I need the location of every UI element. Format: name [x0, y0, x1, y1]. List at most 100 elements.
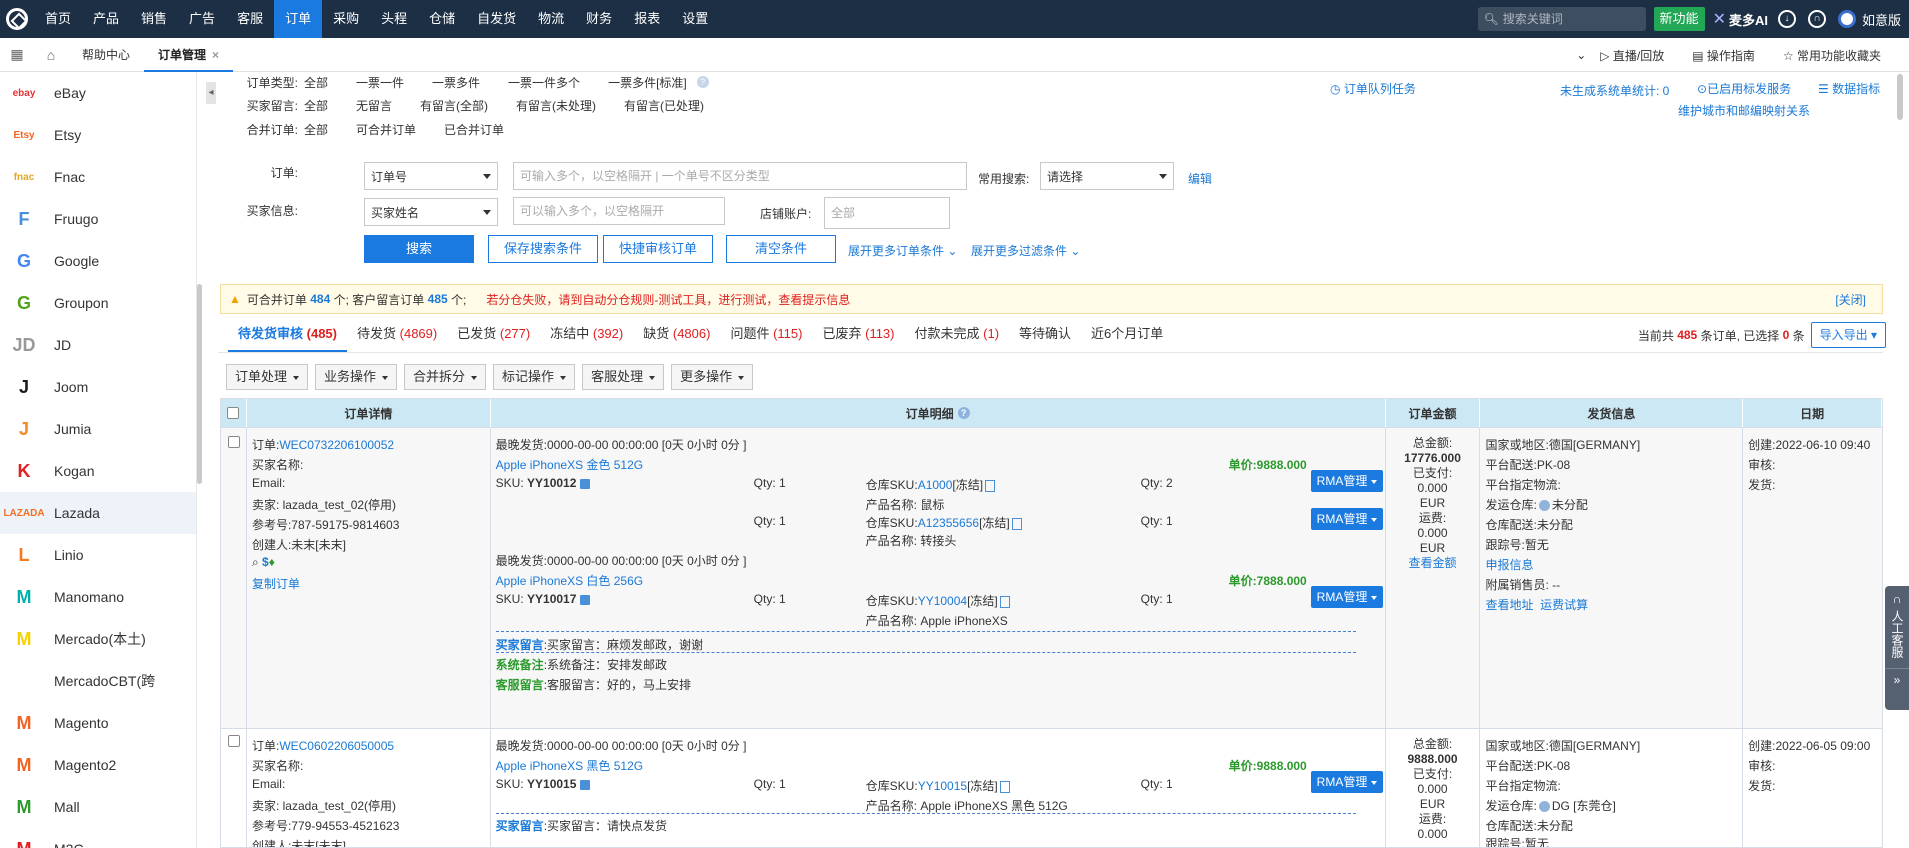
- status-tab[interactable]: 冻结中 (392): [540, 316, 633, 352]
- nav-item[interactable]: 广告: [178, 0, 226, 38]
- variant-icon[interactable]: [580, 478, 591, 489]
- action-dropdown[interactable]: 客服处理: [582, 364, 665, 390]
- status-tab[interactable]: 问题件 (115): [720, 316, 812, 352]
- rma-button[interactable]: RMA管理: [1310, 586, 1384, 608]
- close-notice-link[interactable]: [关闭]: [1835, 291, 1866, 308]
- sidebar-item[interactable]: M Mercado(本土): [0, 618, 196, 660]
- tab-1[interactable]: 订单管理 ×: [144, 38, 234, 72]
- guide-link[interactable]: ▤ 操作指南: [1692, 47, 1769, 64]
- rma-button[interactable]: RMA管理: [1310, 470, 1384, 492]
- doc-icon[interactable]: [1011, 517, 1022, 530]
- headset-icon[interactable]: ∩: [1807, 10, 1826, 28]
- product-link[interactable]: Apple iPhoneXS 白色 256G: [496, 572, 643, 589]
- download-icon[interactable]: ↓: [1777, 10, 1796, 28]
- action-dropdown[interactable]: 标记操作: [493, 364, 576, 390]
- standard-ship-service-link[interactable]: ⊙已启用标发服务: [1697, 80, 1791, 97]
- status-tab[interactable]: 已废弃 (113): [812, 316, 904, 352]
- sidebar-item[interactable]: M M2C: [0, 828, 196, 848]
- doc-icon[interactable]: [985, 479, 996, 492]
- filter-option[interactable]: 一票多件: [432, 74, 480, 91]
- status-tab[interactable]: 已发货 (277): [447, 316, 540, 352]
- sidebar-scrollbar[interactable]: [197, 284, 202, 484]
- filter-option[interactable]: 无留言: [356, 97, 392, 114]
- edit-link[interactable]: 编辑: [1188, 170, 1212, 187]
- help-icon[interactable]: ?: [957, 407, 970, 419]
- order-queue-link[interactable]: ◷ 订单队列任务: [1330, 80, 1416, 97]
- search-button[interactable]: 搜索: [364, 235, 474, 263]
- sidebar-item[interactable]: J Joom: [0, 366, 196, 408]
- nav-item[interactable]: 销售: [130, 0, 178, 38]
- nav-item[interactable]: 产品: [82, 0, 130, 38]
- tab-0[interactable]: 帮助中心: [68, 38, 144, 72]
- sidebar-item[interactable]: JD JD: [0, 324, 196, 366]
- page-scrollbar[interactable]: [1897, 74, 1903, 120]
- doc-icon[interactable]: [999, 595, 1010, 608]
- help-icon[interactable]: [1538, 500, 1550, 512]
- sidebar-item[interactable]: J Jumia: [0, 408, 196, 450]
- sidebar-item[interactable]: M Magento2: [0, 744, 196, 786]
- ai-button[interactable]: ✕ 麦多AI: [1713, 9, 1768, 29]
- sidebar-item[interactable]: ebay eBay: [0, 72, 196, 114]
- sidebar-item[interactable]: Etsy Etsy: [0, 114, 196, 156]
- live-replay-link[interactable]: ▷ 直播/回放: [1600, 47, 1678, 64]
- app-logo[interactable]: [0, 0, 34, 38]
- warehouse-sku-link[interactable]: A12355656: [918, 516, 979, 530]
- sidebar-item[interactable]: L Linio: [0, 534, 196, 576]
- filter-option[interactable]: 一票一件多个: [508, 74, 580, 91]
- copy-order-link[interactable]: 复制订单: [252, 575, 300, 592]
- sidebar-item[interactable]: M Magento: [0, 702, 196, 744]
- filter-option[interactable]: 有留言(全部): [420, 97, 488, 114]
- action-dropdown[interactable]: 合并拆分: [404, 364, 487, 390]
- row-checkbox[interactable]: [228, 436, 240, 448]
- search-icon[interactable]: ⌕: [252, 555, 259, 569]
- help-icon[interactable]: ?: [696, 76, 709, 88]
- status-tab[interactable]: 等待确认: [1009, 316, 1081, 352]
- nav-item[interactable]: 采购: [322, 0, 370, 38]
- grid-menu-icon[interactable]: ▦: [0, 46, 34, 63]
- product-link[interactable]: Apple iPhoneXS 黑色 512G: [496, 757, 643, 774]
- close-icon[interactable]: ×: [212, 48, 219, 62]
- dollar-icon[interactable]: $: [262, 555, 269, 569]
- variant-icon[interactable]: [580, 779, 591, 790]
- sidebar-item[interactable]: G Groupon: [0, 282, 196, 324]
- chevron-down-icon[interactable]: ⌄: [1576, 48, 1586, 62]
- data-metrics-link[interactable]: ☰ 数据指标: [1818, 80, 1880, 97]
- warehouse-sku-link[interactable]: YY10015: [918, 779, 967, 793]
- sidebar-item[interactable]: F Fruugo: [0, 198, 196, 240]
- filter-option[interactable]: 有留言(已处理): [624, 97, 704, 114]
- filter-option[interactable]: 全部: [304, 121, 328, 138]
- row-checkbox[interactable]: [228, 735, 240, 747]
- nav-item[interactable]: 头程: [370, 0, 418, 38]
- sidebar-item[interactable]: LAZADA Lazada: [0, 492, 196, 534]
- status-tab[interactable]: 缺货 (4806): [633, 316, 720, 352]
- sidebar-item[interactable]: K Kogan: [0, 450, 196, 492]
- doc-icon[interactable]: [999, 780, 1010, 793]
- view-amount-link[interactable]: 查看金额: [1409, 556, 1457, 570]
- variant-icon[interactable]: [580, 594, 591, 605]
- status-tab[interactable]: 待发货 (4869): [347, 316, 447, 352]
- filter-option[interactable]: 全部: [304, 74, 328, 91]
- collapse-sidebar-button[interactable]: ◂: [206, 82, 216, 104]
- status-tab[interactable]: 付款未完成 (1): [905, 316, 1010, 352]
- rma-button[interactable]: RMA管理: [1310, 771, 1384, 793]
- user-menu[interactable]: 如意版: [1837, 10, 1901, 29]
- quick-audit-button[interactable]: 快捷审核订单: [603, 235, 713, 263]
- select-all-checkbox[interactable]: [227, 407, 240, 419]
- nav-item[interactable]: 首页: [34, 0, 82, 38]
- save-search-button[interactable]: 保存搜索条件: [488, 235, 598, 263]
- warehouse-sku-link[interactable]: A1000: [918, 478, 953, 492]
- tag-icon[interactable]: ♦: [269, 555, 275, 569]
- home-icon[interactable]: ⌂: [34, 47, 68, 63]
- status-tab[interactable]: 近6个月订单: [1081, 316, 1173, 352]
- nav-item[interactable]: 设置: [671, 0, 719, 38]
- filter-option[interactable]: 全部: [304, 97, 328, 114]
- filter-option[interactable]: 一票多件[标准]: [608, 74, 687, 91]
- sidebar-item[interactable]: G Google: [0, 240, 196, 282]
- maintain-mapping-link[interactable]: 维护城市和邮编映射关系: [1678, 102, 1810, 119]
- filter-option[interactable]: 一票一件: [356, 74, 404, 91]
- store-account-input[interactable]: [824, 197, 950, 229]
- global-search[interactable]: 🔍︎: [1477, 7, 1646, 31]
- customer-service-float[interactable]: ∩ 人工客服 »: [1885, 586, 1909, 710]
- order-search-input[interactable]: [513, 162, 967, 190]
- clear-button[interactable]: 清空条件: [726, 235, 836, 263]
